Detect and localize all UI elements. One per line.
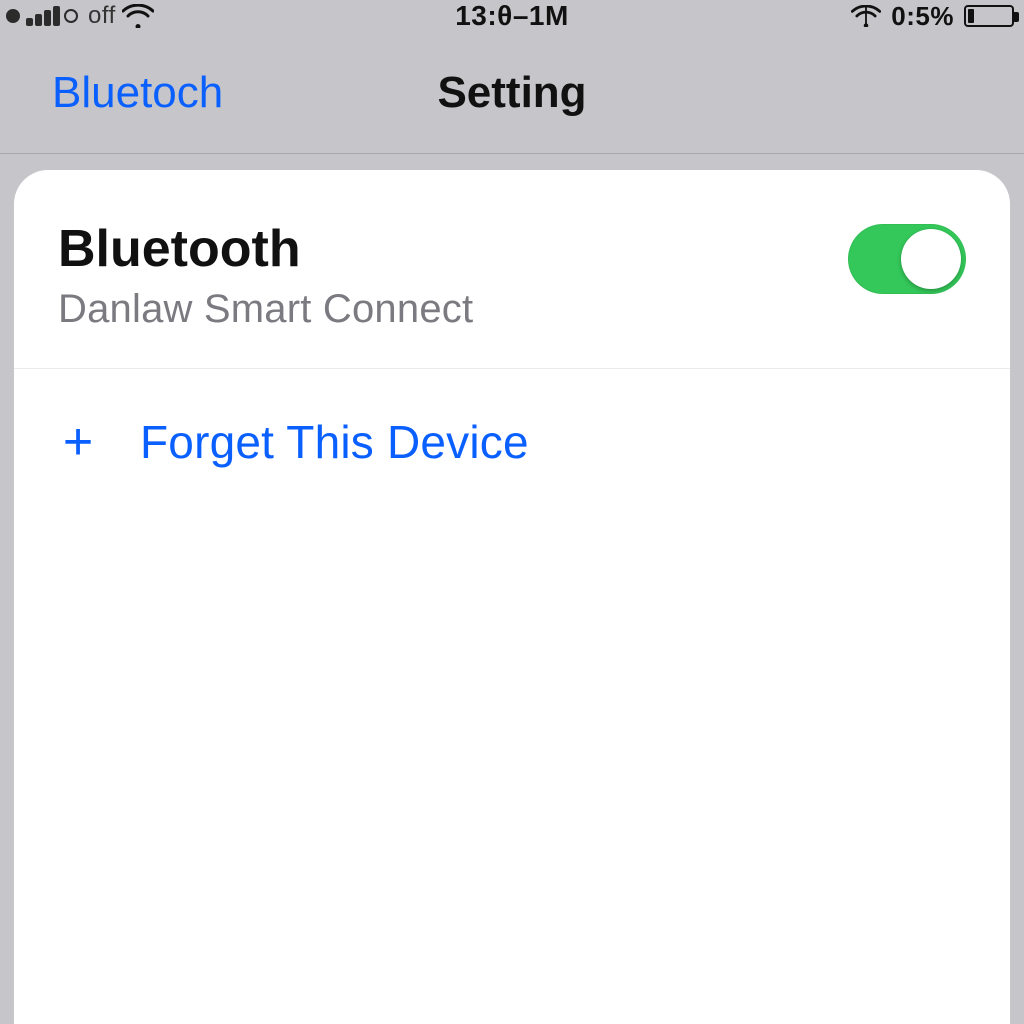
status-right: 0:5% — [851, 0, 1014, 32]
plus-icon: + — [58, 416, 98, 468]
status-left: off — [6, 0, 154, 32]
nav-bar: Bluetoch Setting — [0, 32, 1024, 154]
bluetooth-title: Bluetooth — [58, 222, 848, 277]
wifi-icon — [122, 4, 154, 28]
status-bar: off 13:θ–1M 0:5% — [0, 0, 1024, 32]
settings-card: Bluetooth Danlaw Smart Connect + Forget … — [14, 170, 1010, 1024]
page-title: Setting — [437, 68, 586, 118]
battery-percent: 0:5% — [891, 1, 954, 32]
secondary-wifi-icon — [851, 5, 881, 27]
bluetooth-text-block: Bluetooth Danlaw Smart Connect — [58, 222, 848, 332]
forget-device-label: Forget This Device — [140, 415, 529, 469]
battery-icon — [964, 5, 1014, 27]
cellular-signal-icon — [6, 6, 78, 26]
back-button[interactable]: Bluetoch — [52, 68, 223, 118]
bluetooth-toggle[interactable] — [848, 224, 966, 294]
status-time: 13:θ–1M — [455, 0, 569, 32]
bluetooth-row: Bluetooth Danlaw Smart Connect — [14, 222, 1010, 369]
connected-device-name: Danlaw Smart Connect — [58, 287, 848, 332]
carrier-label: off — [88, 2, 116, 30]
toggle-knob — [901, 229, 961, 289]
forget-device-button[interactable]: + Forget This Device — [14, 369, 1010, 469]
